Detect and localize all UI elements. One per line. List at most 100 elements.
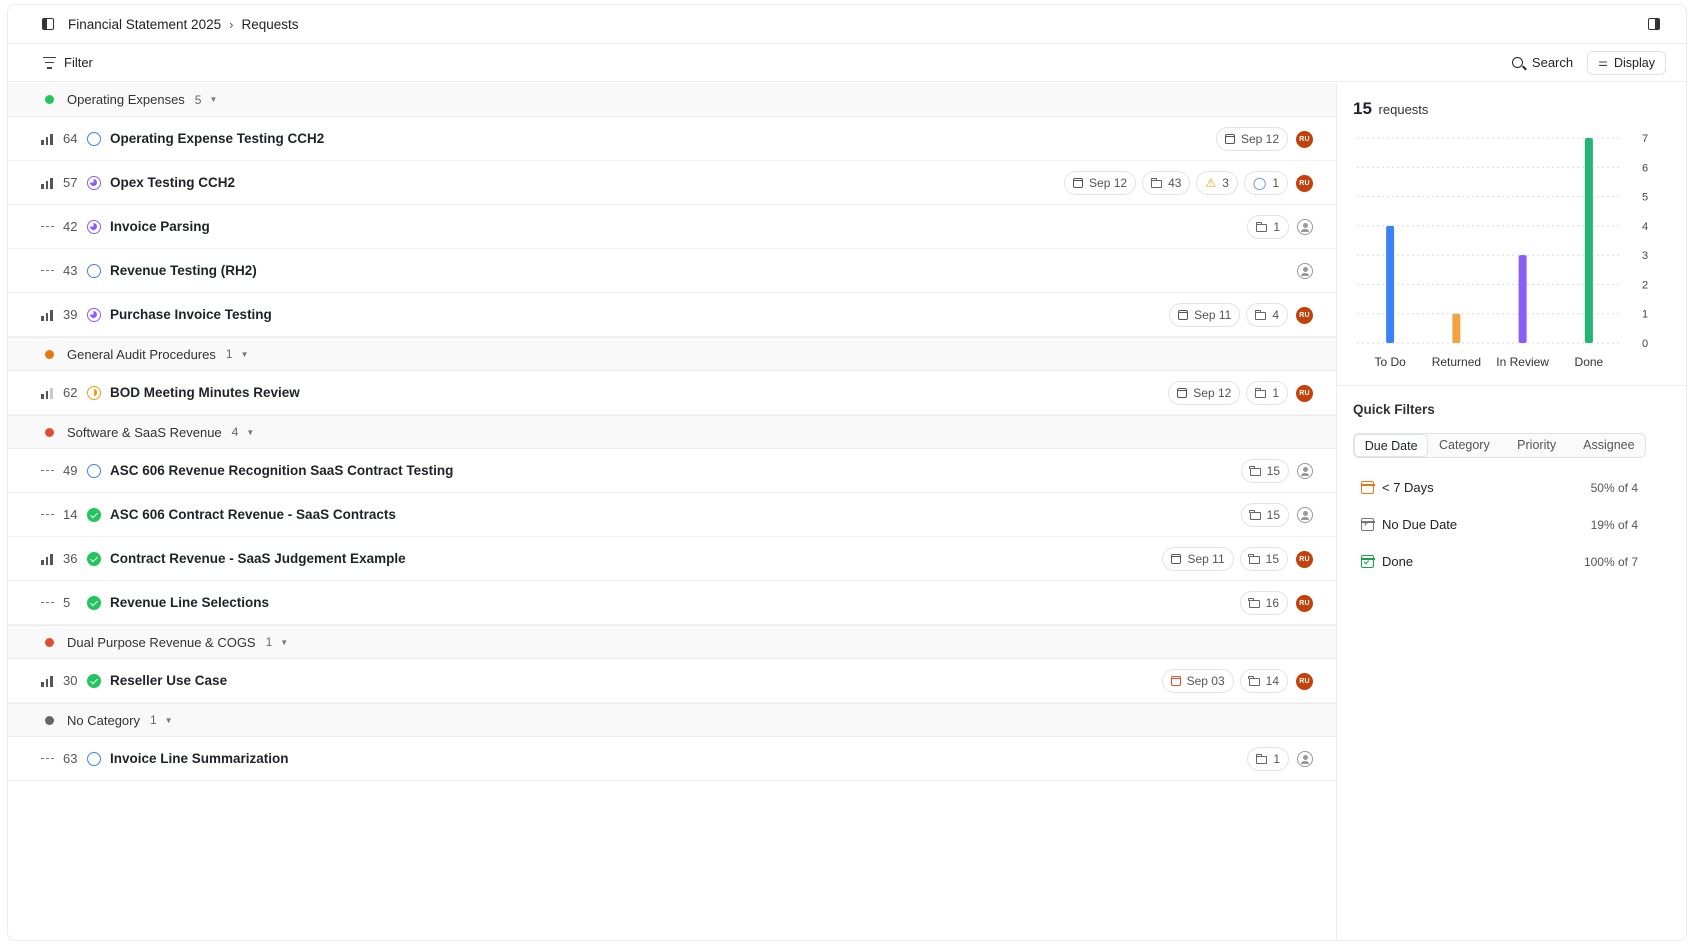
group-name: Software & SaaS Revenue	[67, 424, 222, 440]
filter-button[interactable]: Filter	[42, 55, 93, 70]
request-row[interactable]: 64 Operating Expense Testing CCH2 Sep 12 RU	[8, 117, 1336, 161]
due-date-chip[interactable]: Sep 11	[1169, 303, 1241, 327]
assignee-avatar[interactable]: RU	[1296, 384, 1313, 402]
files-chip[interactable]: 15	[1240, 503, 1289, 527]
chevron-down-icon[interactable]: ▼	[165, 716, 173, 725]
status-review-icon[interactable]	[87, 219, 101, 234]
unassigned-user-icon[interactable]	[1297, 463, 1313, 479]
group-header[interactable]: Dual Purpose Revenue & COGS 1 ▼	[8, 625, 1336, 659]
request-row[interactable]: 57 Opex Testing CCH2 Sep 12 43 ⚠ 3 ◯ 1 RU	[8, 161, 1336, 205]
display-button[interactable]: ⚌ Display	[1587, 50, 1666, 75]
request-row[interactable]: 42 Invoice Parsing 1	[8, 205, 1336, 249]
due-date-chip[interactable]: Sep 03	[1161, 669, 1234, 693]
unassigned-user-icon[interactable]	[1297, 507, 1313, 523]
no-priority-icon[interactable]	[41, 753, 55, 765]
quick-filter-label: No Due Date	[1382, 517, 1458, 532]
status-todo-icon[interactable]	[87, 751, 101, 766]
unassigned-user-icon[interactable]	[1297, 751, 1313, 767]
group-header[interactable]: General Audit Procedures 1 ▼	[8, 337, 1336, 371]
request-row[interactable]: 62 BOD Meeting Minutes Review Sep 12 1 RU	[8, 371, 1336, 415]
group-header[interactable]: Software & SaaS Revenue 4 ▼	[8, 415, 1336, 449]
chevron-down-icon[interactable]: ▼	[241, 350, 249, 359]
files-chip[interactable]: 1	[1247, 215, 1289, 239]
priority-bars-icon[interactable]	[41, 309, 55, 321]
breadcrumb-page[interactable]: Requests	[241, 17, 298, 32]
status-review-icon[interactable]	[87, 175, 101, 190]
request-row[interactable]: 30 Reseller Use Case Sep 03 14 RU	[8, 659, 1336, 703]
files-chip[interactable]: 15	[1240, 459, 1289, 483]
status-done-icon[interactable]	[87, 595, 101, 610]
chevron-down-icon[interactable]: ▼	[246, 428, 254, 437]
chart-bar[interactable]	[1386, 225, 1395, 343]
quick-filters-title: Quick Filters	[1353, 402, 1435, 417]
group-header[interactable]: No Category 1 ▼	[8, 703, 1336, 737]
group-header[interactable]: Operating Expenses 5 ▼	[8, 83, 1336, 117]
comments-chip[interactable]: ◯ 1	[1243, 171, 1288, 195]
chevron-down-icon[interactable]: ▼	[280, 638, 288, 647]
request-row[interactable]: 49 ASC 606 Revenue Recognition SaaS Contr…	[8, 449, 1336, 493]
status-todo-icon[interactable]	[87, 131, 101, 146]
no-priority-icon[interactable]	[41, 509, 55, 521]
assignee-avatar[interactable]: RU	[1296, 174, 1313, 192]
priority-bars-icon[interactable]	[41, 133, 55, 145]
request-row[interactable]: 43 Revenue Testing (RH2)	[8, 249, 1336, 293]
quick-filter-item[interactable]: Done 100% of 7	[1353, 543, 1646, 580]
due-date-chip[interactable]: Sep 11	[1162, 547, 1234, 571]
chart-bar[interactable]	[1518, 255, 1527, 343]
request-row[interactable]: 14 ASC 606 Contract Revenue - SaaS Contra…	[8, 493, 1336, 537]
request-row[interactable]: 36 Contract Revenue - SaaS Judgement Exam…	[8, 537, 1336, 581]
assignee-avatar[interactable]: RU	[1296, 306, 1313, 324]
panel-toggle-icon[interactable]	[1648, 18, 1660, 30]
status-done-icon[interactable]	[87, 673, 101, 688]
files-chip[interactable]: 4	[1246, 303, 1288, 327]
search-button[interactable]: Search	[1511, 55, 1573, 70]
warnings-chip[interactable]: ⚠ 3	[1196, 171, 1238, 195]
unassigned-user-icon[interactable]	[1297, 219, 1313, 235]
assignee-avatar[interactable]: RU	[1296, 130, 1313, 148]
request-row[interactable]: 63 Invoice Line Summarization 1	[8, 737, 1336, 781]
status-todo-icon[interactable]	[87, 263, 101, 278]
no-priority-icon[interactable]	[41, 221, 55, 233]
category-dot-icon	[45, 349, 54, 359]
assignee-avatar[interactable]: RU	[1296, 594, 1313, 612]
chart-bar[interactable]	[1452, 313, 1461, 343]
files-chip[interactable]: 16	[1239, 591, 1288, 615]
no-priority-icon[interactable]	[41, 465, 55, 477]
due-date-chip[interactable]: Sep 12	[1064, 171, 1137, 195]
priority-bars-icon[interactable]	[41, 675, 55, 687]
quick-filter-tab[interactable]: Priority	[1501, 434, 1573, 457]
no-priority-icon[interactable]	[41, 597, 55, 609]
quick-filter-tab[interactable]: Due Date	[1354, 434, 1429, 457]
files-chip[interactable]: 15	[1239, 547, 1288, 571]
status-done-icon[interactable]	[87, 551, 101, 566]
files-chip[interactable]: 1	[1246, 381, 1288, 405]
status-returned-icon[interactable]	[87, 385, 101, 400]
due-date-chip[interactable]: Sep 12	[1168, 381, 1241, 405]
chevron-down-icon[interactable]: ▼	[209, 95, 217, 104]
unassigned-user-icon[interactable]	[1297, 263, 1313, 279]
files-chip[interactable]: 1	[1247, 747, 1289, 771]
priority-bars-icon[interactable]	[41, 553, 55, 565]
status-done-icon[interactable]	[87, 507, 101, 522]
request-row[interactable]: 39 Purchase Invoice Testing Sep 11 4 RU	[8, 293, 1336, 337]
assignee-avatar[interactable]: RU	[1296, 672, 1313, 690]
due-date-chip[interactable]: Sep 12	[1215, 127, 1288, 151]
quick-filter-item[interactable]: < 7 Days 50% of 4	[1353, 469, 1646, 506]
quick-filter-item[interactable]: No Due Date 19% of 4	[1353, 506, 1646, 543]
quick-filter-tab[interactable]: Assignee	[1573, 434, 1645, 457]
status-review-icon[interactable]	[87, 307, 101, 322]
sidebar-toggle-icon[interactable]	[42, 18, 54, 30]
chart-bar[interactable]	[1584, 138, 1593, 343]
files-chip[interactable]: 14	[1239, 669, 1288, 693]
breadcrumb-project[interactable]: Financial Statement 2025	[68, 17, 221, 32]
no-priority-icon[interactable]	[41, 265, 55, 277]
files-chip[interactable]: 43	[1142, 171, 1191, 195]
priority-bars-icon[interactable]	[41, 177, 55, 189]
folder-icon	[1256, 221, 1268, 232]
assignee-avatar[interactable]: RU	[1296, 550, 1313, 568]
request-row[interactable]: 5 Revenue Line Selections 16 RU	[8, 581, 1336, 625]
priority-bars-icon[interactable]	[41, 387, 55, 399]
request-meta: Sep 11 4 RU	[1169, 293, 1313, 337]
status-todo-icon[interactable]	[87, 463, 101, 478]
quick-filter-tab[interactable]: Category	[1428, 434, 1500, 457]
